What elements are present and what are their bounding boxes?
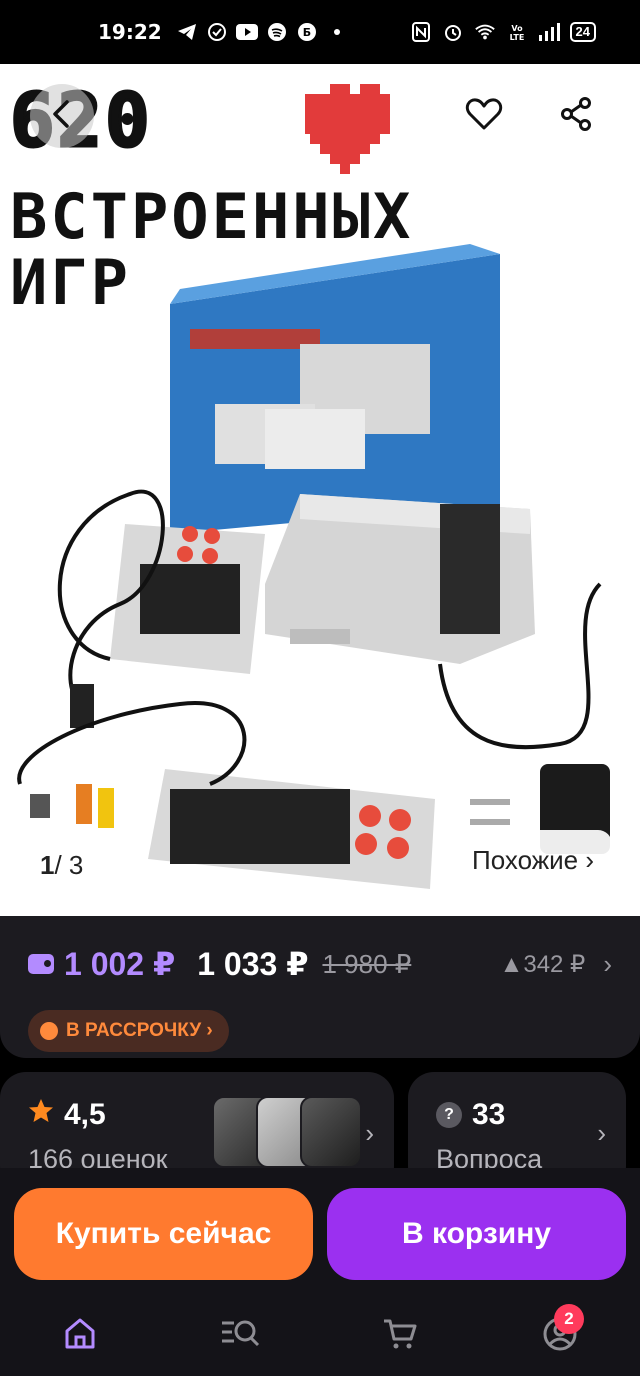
price-delta: ▲342 ₽ [499, 950, 586, 978]
price-row: 1 002 ₽ 1 033 ₽ 1 980 ₽ ▲342 ₽ › [28, 942, 612, 986]
b-app-icon: Б [296, 21, 318, 43]
nav-home[interactable] [50, 1306, 110, 1366]
volte-icon: Vo LTE [506, 21, 528, 43]
nav-catalog[interactable] [210, 1306, 270, 1366]
price-card[interactable]: 1 002 ₽ 1 033 ₽ 1 980 ₽ ▲342 ₽ › В РАССР… [0, 916, 640, 1058]
wifi-icon [474, 21, 496, 43]
add-to-cart-button[interactable]: В корзину [327, 1188, 626, 1280]
rating-value: 4,5 [64, 1098, 106, 1131]
review-thumbnail[interactable] [300, 1096, 362, 1168]
image-counter-current: 1 [40, 850, 55, 880]
bottom-nav: 2 [0, 1296, 640, 1376]
alarm-icon [442, 21, 464, 43]
wallet-icon [28, 954, 54, 974]
image-counter: 1/ 3 [40, 850, 83, 881]
price-regular: 1 033 ₽ [197, 946, 309, 982]
installment-button[interactable]: В РАССРОЧКУ › [28, 1010, 229, 1052]
price-with-card: 1 002 ₽ [64, 946, 176, 982]
home-icon [62, 1316, 98, 1357]
product-gallery[interactable]: 620 ВСТРОЕННЫХ ИГР 1/ 3 Похожие › [0, 64, 640, 916]
telegram-icon [176, 21, 198, 43]
chevron-right-icon: › [365, 1118, 374, 1148]
chevron-right-icon: › [603, 948, 612, 979]
share-button[interactable] [546, 86, 606, 146]
status-left-icons: Б [176, 21, 348, 43]
svg-text:Vo: Vo [511, 24, 523, 33]
nfc-icon [410, 21, 432, 43]
promo-word-2: ИГР [10, 246, 131, 319]
price-old: 1 980 ₽ [322, 948, 412, 979]
star-icon [28, 1098, 54, 1132]
catalog-search-icon [220, 1317, 260, 1356]
buy-now-button[interactable]: Купить сейчас [14, 1188, 313, 1280]
action-bar: Купить сейчас В корзину [0, 1168, 640, 1296]
svg-text:Б: Б [302, 26, 310, 39]
nav-cart[interactable] [370, 1306, 430, 1366]
questions-count: 33 [472, 1098, 506, 1131]
heart-icon [465, 97, 503, 136]
svg-text:LTE: LTE [509, 33, 524, 42]
pie-chart-icon [40, 1022, 58, 1040]
question-icon: ? [436, 1102, 462, 1128]
nav-profile[interactable]: 2 [530, 1304, 590, 1366]
cart-icon [382, 1317, 418, 1356]
youtube-icon [235, 21, 258, 43]
chevron-left-icon [51, 99, 73, 134]
similar-label: Похожие › [472, 844, 594, 875]
promo-word-1: ВСТРОЕННЫХ [10, 180, 414, 253]
share-icon [559, 96, 593, 136]
dot-icon [326, 21, 348, 43]
review-thumbnails[interactable] [212, 1096, 362, 1168]
image-counter-total: / 3 [54, 850, 84, 880]
questions-summary: ? 33 [436, 1098, 598, 1132]
similar-products-button[interactable]: Похожие › [454, 830, 612, 890]
chevron-right-icon: › [597, 1118, 606, 1148]
status-bar: 19:22 Б Vo LTE 24 [0, 0, 640, 64]
installment-label: В РАССРОЧКУ › [66, 1020, 213, 1041]
spotify-icon [266, 21, 288, 43]
favorite-button[interactable] [454, 86, 514, 146]
check-circle-icon [206, 21, 228, 43]
status-right-icons: Vo LTE 24 [410, 21, 596, 43]
back-button[interactable] [30, 84, 94, 148]
signal-icon [538, 21, 560, 43]
battery-indicator: 24 [569, 22, 596, 42]
status-time: 19:22 [98, 20, 162, 44]
profile-notification-badge: 2 [554, 1304, 584, 1334]
